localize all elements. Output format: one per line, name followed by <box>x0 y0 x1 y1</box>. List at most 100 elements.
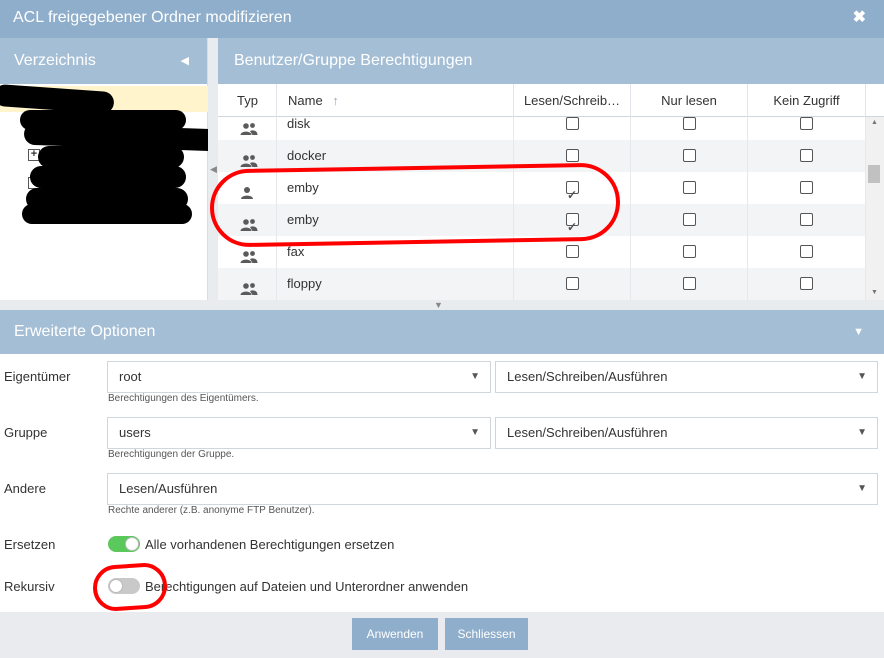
checkbox-read-write[interactable] <box>566 277 579 290</box>
column-read-write[interactable]: Lesen/Schreib… <box>514 84 631 117</box>
apply-button[interactable]: Anwenden <box>352 618 438 650</box>
sort-ascending-icon: ↑ <box>332 93 339 108</box>
table-row[interactable]: floppy <box>218 268 866 300</box>
chevron-down-icon: ▼ <box>857 371 867 382</box>
cell-none <box>748 268 866 300</box>
redaction-mark <box>22 204 192 224</box>
cell-rw <box>514 117 631 140</box>
close-button[interactable]: Schliessen <box>445 618 528 650</box>
dialog-titlebar: ACL freigegebener Ordner modifizieren ✖ <box>0 0 884 38</box>
group-label: Gruppe <box>4 425 48 440</box>
redaction-mark <box>38 146 184 168</box>
others-hint: Rechte anderer (z.B. anonyme FTP Benutze… <box>108 505 315 516</box>
column-no-access[interactable]: Kein Zugriff <box>748 84 866 117</box>
table-scrollbar[interactable]: ▲ ▼ <box>866 117 884 301</box>
permissions-panel-header: Benutzer/Gruppe Berechtigungen <box>218 38 884 84</box>
cell-ro <box>631 268 748 300</box>
checkbox-read-write[interactable] <box>566 149 579 162</box>
scroll-down-icon[interactable]: ▼ <box>871 289 878 296</box>
checkbox-no-access[interactable] <box>800 181 813 194</box>
owner-permission-value: Lesen/Schreiben/Ausführen <box>507 369 668 384</box>
checkbox-read-only[interactable] <box>683 245 696 258</box>
checkbox-no-access[interactable] <box>800 213 813 226</box>
owner-hint: Berechtigungen des Eigentümers. <box>108 393 259 404</box>
cell-name: disk <box>277 117 514 140</box>
redaction-mark <box>30 166 186 188</box>
cell-none <box>748 204 866 236</box>
permissions-table-header: Typ Name ↑ Lesen/Schreib… Nur lesen Kein… <box>218 84 884 117</box>
advanced-options-header[interactable]: Erweiterte Optionen ▼ <box>0 310 884 354</box>
cell-type <box>218 140 277 172</box>
checkbox-read-only[interactable] <box>683 277 696 290</box>
cell-rw <box>514 268 631 300</box>
group-select[interactable]: users ▼ <box>107 417 491 449</box>
chevron-down-icon: ▼ <box>470 371 480 382</box>
checkbox-no-access[interactable] <box>800 117 813 130</box>
replace-toggle[interactable] <box>108 536 140 552</box>
directory-panel-header: Verzeichnis ◀ <box>0 38 207 84</box>
checkbox-no-access[interactable] <box>800 149 813 162</box>
dialog-title: ACL freigegebener Ordner modifizieren <box>13 9 292 26</box>
chevron-down-icon: ▼ <box>470 427 480 438</box>
advanced-options-title: Erweiterte Optionen <box>14 323 156 340</box>
scrollbar-thumb[interactable] <box>868 165 880 183</box>
owner-user-value: root <box>119 369 142 384</box>
directory-panel: Verzeichnis ◀ + + <box>0 38 221 300</box>
replace-label: Ersetzen <box>4 537 56 552</box>
checkbox-read-write[interactable] <box>566 245 579 258</box>
column-name-label: Name <box>288 93 323 108</box>
cell-ro <box>631 117 748 140</box>
scroll-up-icon[interactable]: ▲ <box>871 119 878 126</box>
others-label: Andere <box>4 481 46 496</box>
group-icon <box>240 276 258 301</box>
checkbox-read-only[interactable] <box>683 213 696 226</box>
cell-ro <box>631 140 748 172</box>
column-read-only[interactable]: Nur lesen <box>631 84 748 117</box>
cell-none <box>748 236 866 268</box>
cell-type <box>218 268 277 300</box>
cell-none <box>748 117 866 140</box>
others-permission-select[interactable]: Lesen/Ausführen ▼ <box>107 473 878 505</box>
checkbox-read-write[interactable] <box>566 117 579 130</box>
group-permission-select[interactable]: Lesen/Schreiben/Ausführen ▼ <box>495 417 878 449</box>
chevron-down-icon: ▼ <box>857 427 867 438</box>
cell-none <box>748 140 866 172</box>
annotation-circle <box>91 561 169 613</box>
group-hint: Berechtigungen der Gruppe. <box>108 449 235 460</box>
cell-type <box>218 117 277 140</box>
checkbox-read-only[interactable] <box>683 149 696 162</box>
recursive-toggle-label: Berechtigungen auf Dateien und Unterordn… <box>145 579 469 594</box>
dialog-footer: Anwenden Schliessen <box>0 612 884 658</box>
group-permission-value: Lesen/Schreiben/Ausführen <box>507 425 668 440</box>
owner-permission-select[interactable]: Lesen/Schreiben/Ausführen ▼ <box>495 361 878 393</box>
splitter-down-icon[interactable]: ▼ <box>434 300 443 310</box>
group-value: users <box>119 425 151 440</box>
cell-name: floppy <box>277 268 514 300</box>
chevron-down-icon[interactable]: ▼ <box>853 310 864 354</box>
splitter-arrow-icon[interactable]: ◀ <box>210 164 217 175</box>
checkbox-read-only[interactable] <box>683 181 696 194</box>
cell-ro <box>631 204 748 236</box>
cell-none <box>748 172 866 204</box>
column-type[interactable]: Typ <box>218 84 277 117</box>
owner-user-select[interactable]: root ▼ <box>107 361 491 393</box>
recursive-label: Rekursiv <box>4 579 55 594</box>
column-name[interactable]: Name ↑ <box>277 84 514 117</box>
vertical-splitter[interactable]: ◀ <box>208 38 218 300</box>
close-icon[interactable]: ✖ <box>853 0 866 36</box>
others-permission-value: Lesen/Ausführen <box>119 481 218 496</box>
table-row[interactable]: disk <box>218 117 866 140</box>
cell-ro <box>631 236 748 268</box>
owner-label: Eigentümer <box>4 369 71 384</box>
toggle-knob <box>125 537 139 551</box>
cell-ro <box>631 172 748 204</box>
checkbox-no-access[interactable] <box>800 277 813 290</box>
chevron-down-icon: ▼ <box>857 483 867 494</box>
annotation-circle <box>209 162 621 248</box>
directory-panel-title: Verzeichnis <box>14 52 96 69</box>
collapse-left-icon[interactable]: ◀ <box>181 38 189 84</box>
horizontal-splitter[interactable]: ▼ <box>0 300 884 310</box>
replace-toggle-label: Alle vorhandenen Berechtigungen ersetzen <box>145 537 395 552</box>
checkbox-no-access[interactable] <box>800 245 813 258</box>
checkbox-read-only[interactable] <box>683 117 696 130</box>
